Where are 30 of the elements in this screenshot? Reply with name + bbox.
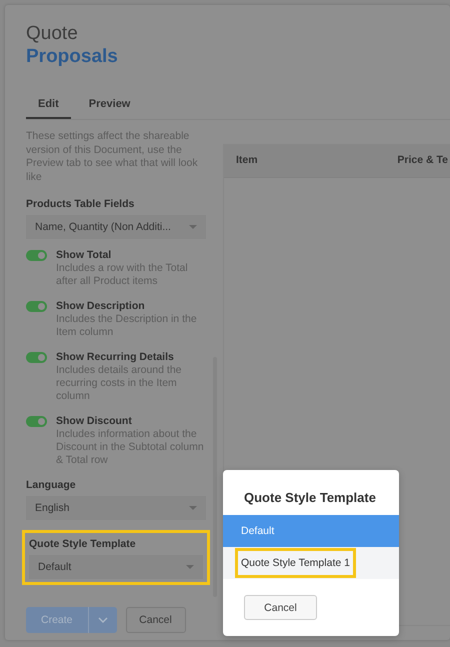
toggle-title: Show Discount bbox=[56, 415, 133, 428]
toggle-switch[interactable] bbox=[26, 416, 47, 427]
option-item[interactable]: Default bbox=[223, 515, 399, 547]
language-select[interactable]: English bbox=[26, 496, 206, 520]
title: Quote bbox=[26, 23, 79, 45]
toggle-title: Show Description bbox=[56, 300, 146, 313]
cancel-button[interactable]: Cancel bbox=[244, 595, 317, 620]
toggle-title: Show Total bbox=[56, 249, 112, 262]
caret-icon bbox=[189, 225, 197, 229]
products-select[interactable]: Name, Quantity (Non Additi... bbox=[26, 215, 206, 239]
column-header: Price & Te bbox=[397, 154, 449, 168]
toggle-switch[interactable] bbox=[26, 301, 47, 312]
field-label: Products Table Fields bbox=[26, 198, 136, 210]
field-label: Quote Style Template bbox=[29, 538, 137, 550]
subtitle: Proposals bbox=[26, 45, 119, 69]
caret-icon bbox=[186, 565, 194, 569]
field-label: Language bbox=[26, 479, 77, 491]
create-split-button[interactable]: Create bbox=[26, 607, 117, 633]
column-header: Item bbox=[236, 154, 258, 168]
tab[interactable]: Edit bbox=[26, 94, 71, 119]
toggle-switch[interactable] bbox=[26, 250, 47, 261]
tab[interactable]: Preview bbox=[76, 94, 142, 119]
cancel-button[interactable]: Cancel bbox=[126, 607, 186, 633]
template-select[interactable]: Default bbox=[29, 555, 203, 579]
caret-icon bbox=[189, 506, 197, 510]
toggle-switch[interactable] bbox=[26, 352, 47, 363]
toggle-title: Show Recurring Details bbox=[56, 351, 175, 364]
modal-title: Quote Style Template bbox=[243, 489, 377, 507]
chevron-down-icon bbox=[98, 617, 108, 623]
option-item[interactable]: Quote Style Template 1 bbox=[223, 547, 399, 579]
